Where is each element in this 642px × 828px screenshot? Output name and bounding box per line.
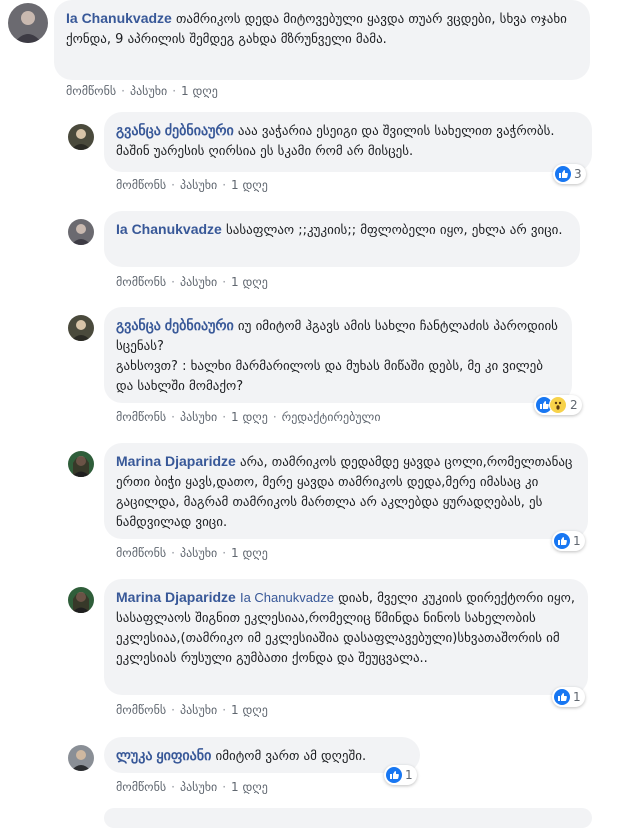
- wow-reaction-icon: [549, 396, 567, 414]
- reaction-count: 3: [574, 167, 582, 181]
- timestamp[interactable]: 1 დღე: [231, 410, 268, 424]
- comment-bubble-partial: [104, 808, 592, 828]
- comment-actions: მომწონს · პასუხი · 1 დღე: [116, 178, 268, 192]
- like-link[interactable]: მომწონს: [116, 410, 166, 424]
- comment-actions: მომწონს · პასუხი · 1 დღე: [116, 275, 268, 289]
- reply-link[interactable]: პასუხი: [130, 84, 167, 98]
- comment-actions: მომწონს · პასუხი · 1 დღე: [116, 546, 268, 560]
- like-link[interactable]: მომწონს: [116, 546, 166, 560]
- comment-author[interactable]: Marina Djaparidze: [116, 453, 236, 469]
- comment-text: სასაფლაო ;;კუკიის;; მფლობელი იყო, ეხლა ა…: [225, 223, 563, 238]
- reaction-count: 1: [405, 768, 413, 782]
- like-reaction-icon: [554, 689, 570, 705]
- reaction-summary[interactable]: 1: [552, 687, 585, 707]
- like-reaction-icon: [554, 533, 570, 549]
- reaction-summary[interactable]: 1: [384, 765, 417, 785]
- reaction-count: 2: [570, 398, 578, 412]
- comment-author[interactable]: Ia Chanukvadze: [66, 10, 172, 26]
- timestamp[interactable]: 1 დღე: [181, 84, 218, 98]
- timestamp[interactable]: 1 დღე: [231, 780, 268, 794]
- comment-bubble: Ia Chanukvadze თამრიკოს დედა მიტოვებული …: [54, 0, 590, 80]
- comment-author[interactable]: გვანცა ძებნიაური: [116, 317, 234, 333]
- timestamp[interactable]: 1 დღე: [231, 275, 268, 289]
- reply-link[interactable]: პასუხი: [180, 178, 217, 192]
- comment-4: გვანცა ძებნიაური იუ იმიტომ ჰგავს ამის სა…: [0, 307, 642, 432]
- comment-bubble: გვანცა ძებნიაური იუ იმიტომ ჰგავს ამის სა…: [104, 307, 572, 403]
- comment-author[interactable]: Marina Djaparidze: [116, 589, 236, 605]
- avatar[interactable]: [8, 3, 48, 43]
- like-link[interactable]: მომწონს: [116, 275, 166, 289]
- avatar[interactable]: [68, 745, 94, 771]
- comment-actions: მომწონს · პასუხი · 1 დღე: [66, 84, 218, 98]
- comment-7: ლუკა ყიფიანი იმიტომ ვართ ამ დღეში. 1 მომ…: [0, 737, 642, 797]
- comment-bubble: გვანცა ძებნიაური ააა ვაჭარია ესეიგი და შ…: [104, 112, 592, 172]
- comment-actions: მომწონს · პასუხი · 1 დღე · რედაქტირებული: [116, 410, 381, 424]
- comment-author[interactable]: Ia Chanukvadze: [116, 221, 222, 237]
- comment-actions: მომწონს · პასუხი · 1 დღე: [116, 703, 268, 717]
- comment-bubble: Ia Chanukvadze სასაფლაო ;;კუკიის;; მფლობ…: [104, 211, 580, 267]
- reaction-count: 1: [573, 534, 581, 548]
- timestamp[interactable]: 1 დღე: [231, 546, 268, 560]
- like-reaction-icon: [555, 166, 571, 182]
- like-link[interactable]: მომწონს: [116, 178, 166, 192]
- comment-6: Marina Djaparidze Ia Chanukvadze დიახ, მ…: [0, 579, 642, 724]
- reaction-summary[interactable]: 3: [553, 164, 586, 184]
- comment-author[interactable]: გვანცა ძებნიაური: [116, 122, 234, 138]
- comment-bubble: ლუკა ყიფიანი იმიტომ ვართ ამ დღეში.: [104, 737, 420, 773]
- timestamp[interactable]: 1 დღე: [231, 703, 268, 717]
- like-link[interactable]: მომწონს: [116, 780, 166, 794]
- comment-author[interactable]: ლუკა ყიფიანი: [116, 747, 211, 763]
- reply-link[interactable]: პასუხი: [180, 546, 217, 560]
- reaction-summary[interactable]: 2: [534, 395, 582, 415]
- timestamp[interactable]: 1 დღე: [231, 178, 268, 192]
- reaction-summary[interactable]: 1: [552, 531, 585, 551]
- reply-link[interactable]: პასუხი: [180, 410, 217, 424]
- comment-2: გვანცა ძებნიაური ააა ვაჭარია ესეიგი და შ…: [0, 112, 642, 197]
- comment-text-line2: გახსოვთ? : ხალხი მარმარილოს და მუხას მიწ…: [116, 359, 543, 394]
- mention-link[interactable]: Ia Chanukvadze: [240, 590, 334, 605]
- reply-link[interactable]: პასუხი: [180, 780, 217, 794]
- comment-bubble: Marina Djaparidze Ia Chanukvadze დიახ, მ…: [104, 579, 588, 695]
- comment-text: იმიტომ ვართ ამ დღეში.: [215, 749, 367, 764]
- avatar[interactable]: [68, 451, 94, 477]
- avatar[interactable]: [68, 219, 94, 245]
- comment-actions: მომწონს · პასუხი · 1 დღე: [116, 780, 268, 794]
- avatar[interactable]: [68, 124, 94, 150]
- reaction-count: 1: [573, 690, 581, 704]
- avatar[interactable]: [68, 587, 94, 613]
- comment-1: Ia Chanukvadze თამრიკოს დედა მიტოვებული …: [0, 0, 642, 105]
- reply-link[interactable]: პასუხი: [180, 703, 217, 717]
- comment-5: Marina Djaparidze არა, თამრიკოს დედამდე …: [0, 443, 642, 568]
- like-link[interactable]: მომწონს: [116, 703, 166, 717]
- like-reaction-icon: [386, 767, 402, 783]
- reply-link[interactable]: პასუხი: [180, 275, 217, 289]
- comment-bubble: Marina Djaparidze არა, თამრიკოს დედამდე …: [104, 443, 588, 539]
- avatar[interactable]: [68, 315, 94, 341]
- edited-label[interactable]: რედაქტირებული: [282, 410, 381, 424]
- like-link[interactable]: მომწონს: [66, 84, 116, 98]
- comment-3: Ia Chanukvadze სასაფლაო ;;კუკიის;; მფლობ…: [0, 211, 642, 296]
